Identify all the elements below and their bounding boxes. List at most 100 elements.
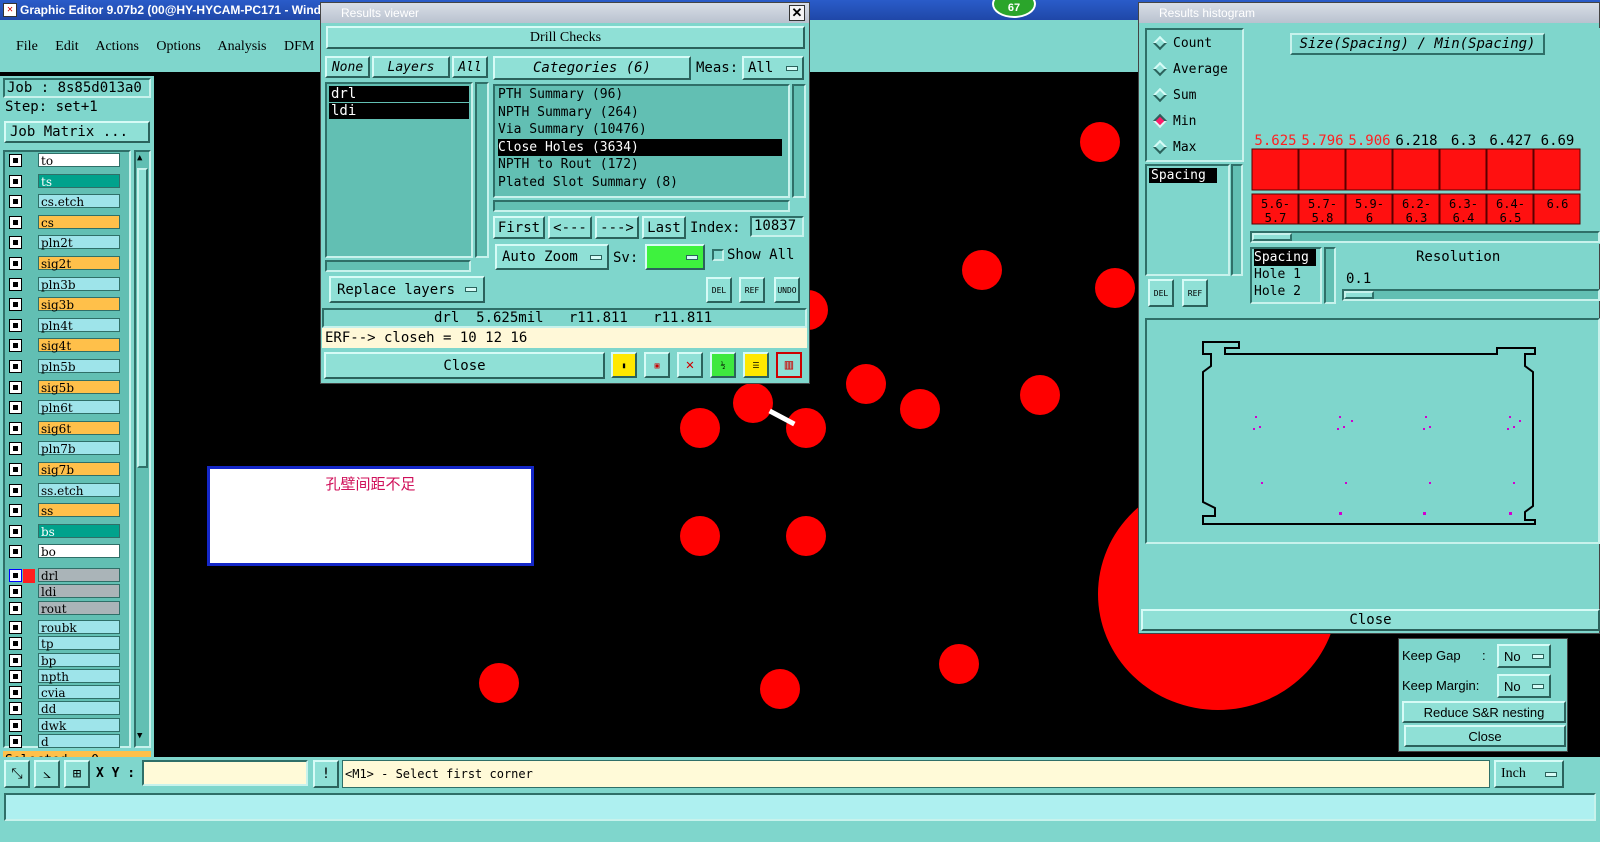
layer-checkbox[interactable] [9,637,22,651]
alert-button[interactable]: ! [313,760,339,788]
keep-margin-select[interactable]: No [1497,674,1551,698]
layers-all-button[interactable]: All [452,56,488,78]
layer-row-pln5b[interactable]: pln5b [6,359,122,374]
layer-name[interactable]: sig5b [38,379,120,395]
keep-gap-select[interactable]: No [1497,644,1551,668]
units-select[interactable]: Inch [1494,760,1564,788]
hist-ref-button[interactable]: REF [1182,279,1208,307]
resolution-slider-thumb[interactable] [1344,291,1374,299]
category-item[interactable]: Plated Slot Summary (8) [498,174,788,192]
histogram-hscroll[interactable] [1250,231,1600,243]
zoom-box-icon[interactable]: ⤡ [4,760,30,788]
layer-name[interactable]: npth [38,668,120,684]
layer-row-bs[interactable]: bs [6,523,122,539]
resolution-slider[interactable] [1342,289,1600,301]
category-hscroll[interactable] [493,200,790,212]
auto-zoom-select[interactable]: Auto Zoom [495,244,609,270]
layer-checkbox[interactable] [9,236,22,250]
layer-row-d[interactable]: d [6,734,122,749]
layer-checkbox[interactable] [9,702,22,716]
layer-row-npth[interactable]: npth [6,668,122,684]
replace-layers-select[interactable]: Replace layers [329,276,485,303]
layer-checkbox[interactable] [9,569,35,583]
layer-name[interactable]: dd [38,701,120,716]
layer-checkbox[interactable] [9,421,22,435]
layer-row-pln2t[interactable]: pln2t [6,235,122,250]
last-button[interactable]: Last [642,216,686,239]
reduce-nesting-button[interactable]: Reduce S&R nesting [1402,701,1566,723]
category-item[interactable]: NPTH to Rout (172) [498,156,788,174]
layer-list-hscroll[interactable] [325,260,471,272]
histogram-close-button[interactable]: Close [1141,609,1600,631]
layer-name[interactable]: ldi [38,584,120,599]
hist-table-hole2[interactable]: Hole 2 [1254,283,1320,300]
menu-file[interactable]: File [16,39,38,54]
histogram-icon[interactable]: ▥ [776,352,802,378]
category-vscroll[interactable] [792,84,806,198]
layer-checkbox[interactable] [9,524,22,538]
layer-checkbox[interactable] [9,653,22,667]
close-icon[interactable]: ✕ [789,5,805,21]
layer-checkbox[interactable] [9,380,22,394]
layer-checkbox[interactable] [9,620,22,634]
ref-button[interactable]: REF [739,277,765,303]
layer-checkbox[interactable] [9,401,22,415]
layer-checkbox[interactable] [9,360,22,373]
histogram-option-count[interactable]: Count [1147,30,1242,56]
histogram-option-min[interactable]: Min [1147,108,1242,134]
layer-checkbox[interactable] [9,686,22,700]
layer-checkbox[interactable] [9,585,22,599]
layer-row-pln7b[interactable]: pln7b [6,441,122,456]
layer-row-cs-etch[interactable]: cs.etch [6,194,122,209]
toolbar-icon-1[interactable]: ▮ [611,352,637,378]
histogram-hscroll-thumb[interactable] [1252,233,1292,241]
layer-scroll-thumb[interactable] [137,168,148,468]
layer-checkbox[interactable] [9,339,22,353]
layer-checkbox[interactable] [9,318,22,332]
layer-name[interactable]: d [38,734,120,749]
layer-name[interactable]: bp [38,652,120,668]
first-button[interactable]: First [493,216,545,239]
layer-row-ldi[interactable]: ldi [6,584,122,599]
layer-checkbox[interactable] [9,735,22,748]
xy-input[interactable] [142,760,308,786]
scroll-down-icon[interactable]: ▼ [137,731,148,742]
radio-icon[interactable] [1152,87,1168,103]
layers-none-button[interactable]: None [325,56,370,78]
layers-button[interactable]: Layers [372,56,450,78]
layer-row-cvia[interactable]: cvia [6,685,122,700]
layer-name[interactable]: ss [38,503,120,518]
layer-name[interactable]: dwk [38,717,120,733]
layer-checkbox[interactable] [9,257,22,270]
histogram-option-sum[interactable]: Sum [1147,82,1242,108]
layer-row-sig6t[interactable]: sig6t [6,420,122,436]
layer-checkbox[interactable] [9,298,22,312]
index-input[interactable]: 10837 [750,216,804,237]
histogram-bar[interactable] [1533,148,1581,191]
histogram-bar[interactable] [1251,148,1299,191]
grid-icon[interactable]: ⊞ [64,760,90,788]
layer-row-sig4t[interactable]: sig4t [6,338,122,353]
layer-row-bo[interactable]: bo [6,544,122,559]
layer-name[interactable]: pln6t [38,400,120,415]
layer-row-rout[interactable]: rout [6,600,122,616]
layer-row-dd[interactable]: dd [6,701,122,716]
toolbar-icon-5[interactable]: ☰ [743,352,769,378]
toolbar-icon-4[interactable]: ½ [710,352,736,378]
histogram-bar[interactable] [1439,148,1487,191]
layer-name[interactable]: sig4t [38,338,120,353]
measure-icon[interactable]: ⦣ [34,760,60,788]
histogram-list-item[interactable]: Spacing [1149,168,1217,183]
layer-name[interactable]: rout [38,600,120,616]
layer-row-sig7b[interactable]: sig7b [6,462,122,477]
layer-row-cs[interactable]: cs [6,214,122,230]
layer-row-dwk[interactable]: dwk [6,717,122,733]
layer-checkbox[interactable] [9,442,22,456]
layer-row-sig5b[interactable]: sig5b [6,379,122,395]
hist-table-hole1[interactable]: Hole 1 [1254,266,1320,283]
menu-edit[interactable]: Edit [55,39,78,54]
layer-name[interactable]: tp [38,636,120,651]
layer-row-sig3b[interactable]: sig3b [6,297,122,312]
layer-name[interactable]: ts [38,173,120,189]
layer-name[interactable]: cs [38,214,120,230]
